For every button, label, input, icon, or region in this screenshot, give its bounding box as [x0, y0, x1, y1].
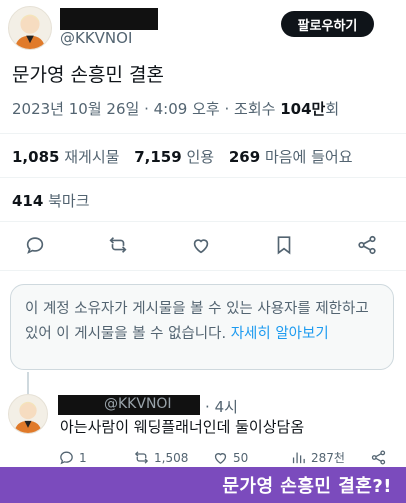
bookmark-icon[interactable]	[273, 234, 297, 258]
divider	[0, 270, 406, 271]
reply-icon[interactable]	[24, 234, 48, 258]
post-action-bar	[0, 234, 406, 258]
reply-text: 아는사람이 웨딩플래너인데 둘이상담옴	[60, 418, 305, 436]
reply-reply-button[interactable]: 1	[58, 449, 87, 466]
post-time[interactable]: 4:09 오후	[154, 100, 220, 118]
avatar-image	[14, 401, 42, 433]
bookmarks-stat[interactable]: 414 북마크	[12, 190, 90, 211]
quotes-stat[interactable]: 7,159 인용	[134, 148, 214, 166]
like-icon[interactable]	[190, 234, 214, 258]
post-date[interactable]: 2023년 10월 26일	[12, 100, 139, 118]
repost-icon[interactable]	[107, 234, 131, 258]
learn-more-link[interactable]: 자세히 알아보기	[231, 326, 329, 342]
reply-share-button[interactable]	[370, 449, 387, 466]
redacted-display-name	[60, 8, 158, 30]
banner-text: 문가영 손흥민 결혼?!	[222, 476, 392, 497]
reply-avatar[interactable]	[8, 394, 48, 434]
reply-like-button[interactable]: 50	[212, 449, 248, 466]
post-meta: 2023년 10월 26일 · 4:09 오후 · 조회수 104만회	[12, 100, 340, 118]
reply-icon	[60, 451, 73, 465]
avatar-image	[14, 14, 46, 49]
divider	[0, 221, 406, 222]
likes-stat[interactable]: 269 마음에 들어요	[229, 148, 353, 166]
author-avatar[interactable]	[8, 6, 52, 50]
post-stats: 1,085 재게시물 7,159 인용 269 마음에 들어요	[12, 146, 363, 167]
share-icon[interactable]	[356, 234, 380, 258]
reposts-stat[interactable]: 1,085 재게시물	[12, 148, 119, 166]
caption-banner: 문가영 손흥민 결혼?!	[0, 467, 406, 503]
post-text: 문가영 손흥민 결혼	[12, 64, 164, 86]
thread-line	[27, 372, 29, 394]
reply-action-bar: 1 1,508 50 287천	[0, 449, 406, 467]
divider	[0, 133, 406, 134]
reply-repost-button[interactable]: 1,508	[133, 449, 188, 466]
divider	[0, 177, 406, 178]
like-icon	[214, 453, 227, 464]
views-count: 104만	[280, 100, 326, 118]
repost-icon	[134, 451, 149, 464]
reply-views-count: 287천	[311, 451, 345, 465]
views-icon	[292, 452, 305, 464]
restricted-notice: 이 계정 소유자가 게시물을 볼 수 있는 사용자를 제한하고 있어 이 게시물…	[10, 284, 394, 370]
share-icon	[371, 450, 386, 465]
views-suffix: 회	[325, 100, 340, 118]
reply-replies-count: 1	[79, 450, 87, 465]
reply-time[interactable]: · 4시	[205, 396, 238, 417]
follow-button[interactable]: 팔로우하기	[281, 11, 374, 37]
reply-likes-count: 50	[233, 450, 249, 465]
views-label: 조회수	[234, 100, 276, 118]
reply-handle[interactable]: @KKVNOI	[104, 396, 172, 412]
reply-views-button[interactable]: 287천	[290, 449, 345, 466]
reply-reposts-count: 1,508	[154, 450, 189, 465]
author-handle[interactable]: @KKVNOI	[60, 29, 132, 47]
